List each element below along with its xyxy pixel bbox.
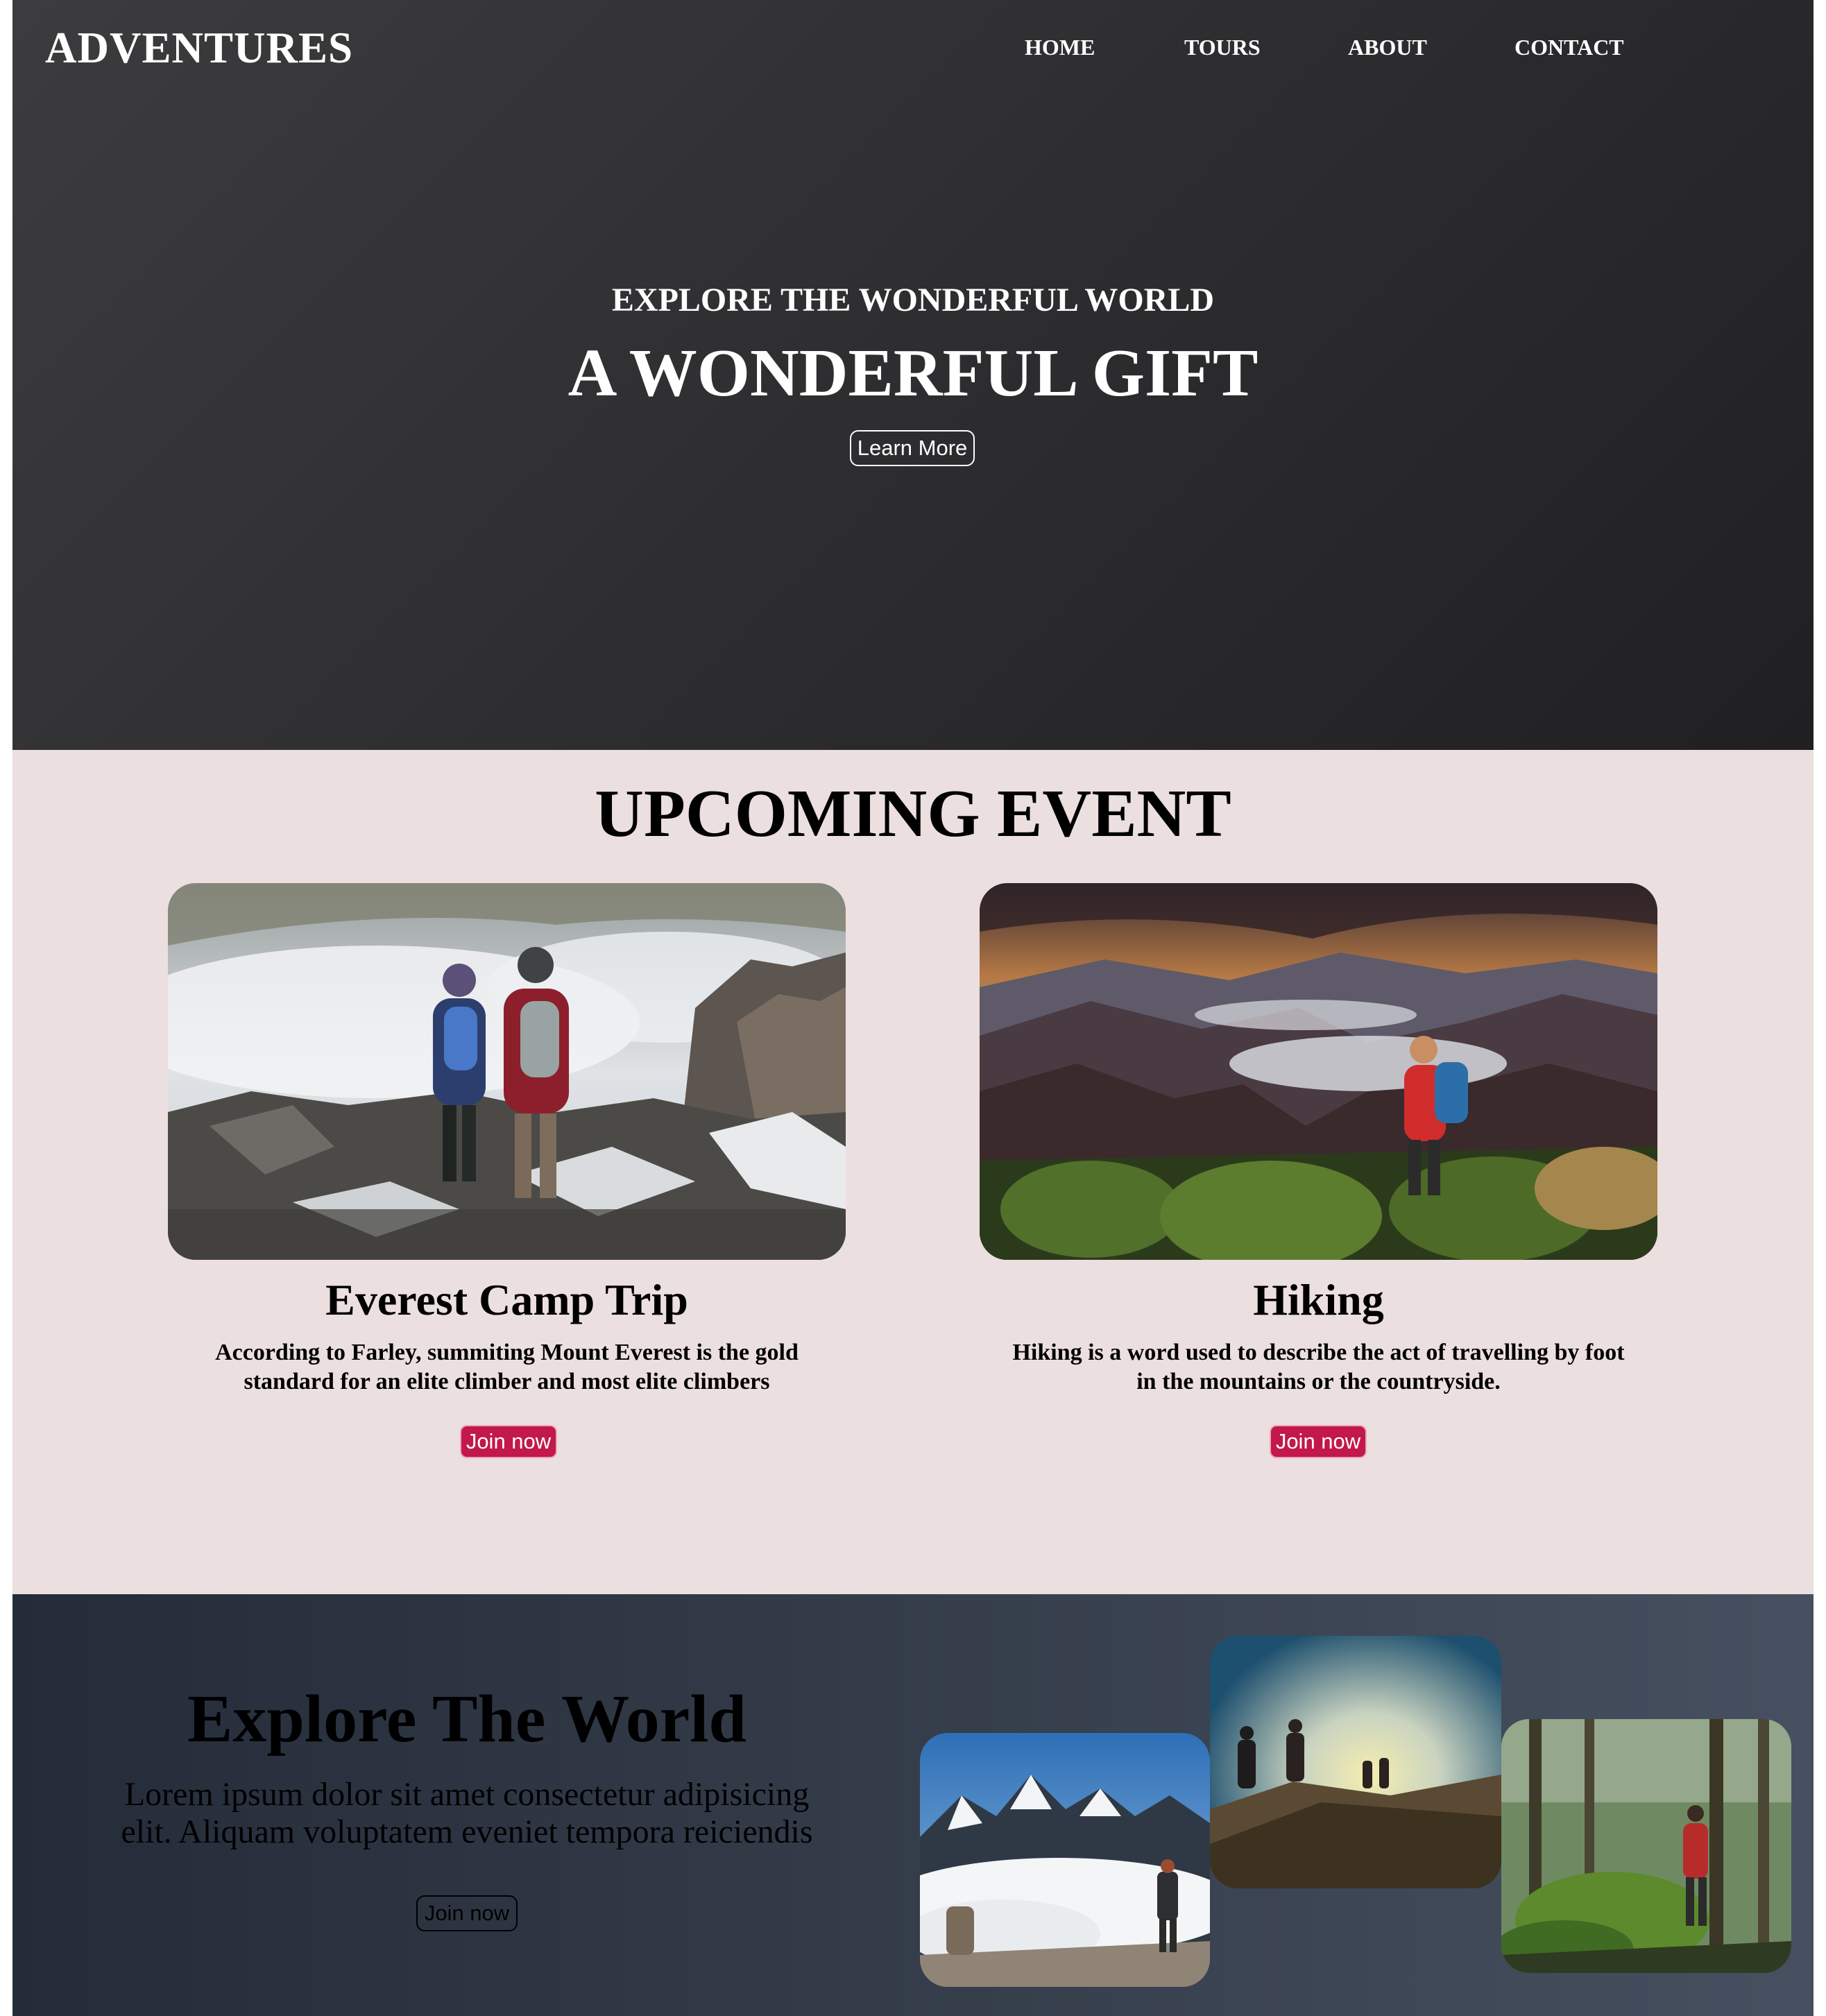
learn-more-button[interactable]: Learn More bbox=[850, 430, 975, 466]
nav-home[interactable]: HOME bbox=[1025, 32, 1095, 62]
forest-hiker-photo bbox=[1501, 1719, 1791, 1973]
event-title: Everest Camp Trip bbox=[325, 1275, 688, 1324]
nav-about[interactable]: ABOUT bbox=[1348, 32, 1427, 62]
explore-description: Lorem ipsum dolor sit amet consectetur a… bbox=[121, 1776, 813, 1850]
explore-title: Explore The World bbox=[187, 1682, 746, 1757]
hero-section: ADVENTURES HOME TOURS ABOUT CONTACT EXPL… bbox=[12, 0, 1814, 750]
upcoming-events-section: UPCOMING EVENT Everest Camp Trip Accordi… bbox=[12, 750, 1814, 1594]
page: ADVENTURES HOME TOURS ABOUT CONTACT EXPL… bbox=[12, 0, 1814, 2016]
nav-tours[interactable]: TOURS bbox=[1184, 32, 1261, 62]
explore-join-button[interactable]: Join now bbox=[416, 1895, 518, 1931]
hero-title: A WONDERFUL GIFT bbox=[568, 336, 1258, 411]
hiking-image bbox=[980, 883, 1657, 1260]
event-title: Hiking bbox=[1253, 1275, 1384, 1324]
event-description: Hiking is a word used to describe the ac… bbox=[1012, 1340, 1625, 1394]
explore-section: Explore The World Lorem ipsum dolor sit … bbox=[12, 1594, 1814, 2016]
hero-subtitle: EXPLORE THE WONDERFUL WORLD bbox=[611, 282, 1215, 318]
main-nav: HOME TOURS ABOUT CONTACT bbox=[12, 32, 1814, 67]
sunset-hikers-photo bbox=[1210, 1636, 1501, 1888]
mountain-photo bbox=[920, 1733, 1210, 1987]
events-title: UPCOMING EVENT bbox=[595, 776, 1231, 851]
everest-trip-image bbox=[168, 883, 846, 1260]
event-description: According to Farley, summiting Mount Eve… bbox=[215, 1340, 799, 1394]
join-now-button[interactable]: Join now bbox=[460, 1425, 557, 1458]
join-now-button[interactable]: Join now bbox=[1270, 1425, 1367, 1458]
nav-contact[interactable]: CONTACT bbox=[1514, 32, 1624, 62]
